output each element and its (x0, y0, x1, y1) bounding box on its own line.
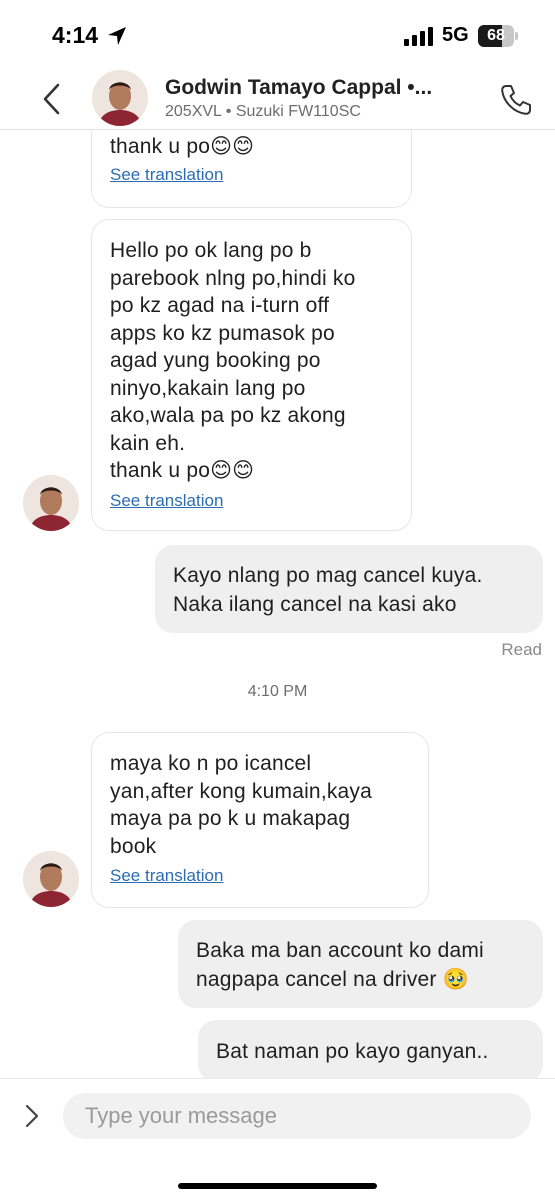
status-bar: 4:14 5G 68 (0, 0, 555, 70)
contact-name[interactable]: Godwin Tamayo Cappal •... (165, 76, 465, 100)
message-bubble-outgoing: Kayo nlang po mag cancel kuya. Naka ilan… (155, 545, 543, 633)
message-bubble-incoming: maya ko n po icancel yan,after kong kuma… (91, 732, 429, 908)
message-text: Hello po ok lang po b parebook nlng po,h… (110, 239, 356, 482)
see-translation-link[interactable]: See translation (110, 866, 223, 886)
location-arrow-icon (108, 27, 126, 45)
chat-header: Godwin Tamayo Cappal •... 205XVL • Suzuk… (0, 70, 555, 130)
expand-chevron-icon[interactable] (22, 1103, 42, 1129)
contact-avatar[interactable] (92, 70, 148, 126)
message-text: Bat naman po kayo ganyan.. (216, 1040, 489, 1063)
battery-icon: 68 (478, 25, 518, 47)
message-input[interactable] (63, 1093, 531, 1139)
message-text: Kayo nlang po mag cancel kuya. Naka ilan… (173, 564, 483, 616)
vehicle-info: 205XVL • Suzuki FW110SC (165, 103, 361, 120)
network-type: 5G (442, 24, 469, 46)
message-bubble-outgoing: Baka ma ban account ko dami nagpapa canc… (178, 920, 543, 1008)
battery-level: 68 (487, 27, 505, 44)
message-timestamp: 4:10 PM (247, 683, 308, 700)
signal-bars-icon (404, 27, 433, 46)
status-time: 4:14 (52, 22, 99, 48)
phone-icon[interactable] (498, 82, 534, 118)
home-indicator (178, 1183, 377, 1189)
see-translation-link[interactable]: See translation (110, 165, 223, 185)
message-bubble-outgoing: Bat naman po kayo ganyan.. (198, 1020, 543, 1082)
back-chevron-icon[interactable] (38, 82, 66, 116)
message-text: thank u po😊😊 (110, 135, 255, 158)
sender-avatar (23, 851, 79, 907)
message-text: maya ko n po icancel yan,after kong kuma… (110, 752, 373, 858)
sender-avatar (23, 475, 79, 531)
message-bubble-incoming: Hello po ok lang po b parebook nlng po,h… (91, 219, 412, 531)
message-text: Baka ma ban account ko dami nagpapa canc… (196, 939, 484, 991)
message-composer (0, 1078, 555, 1200)
see-translation-link[interactable]: See translation (110, 491, 223, 511)
read-receipt: Read (501, 640, 542, 659)
